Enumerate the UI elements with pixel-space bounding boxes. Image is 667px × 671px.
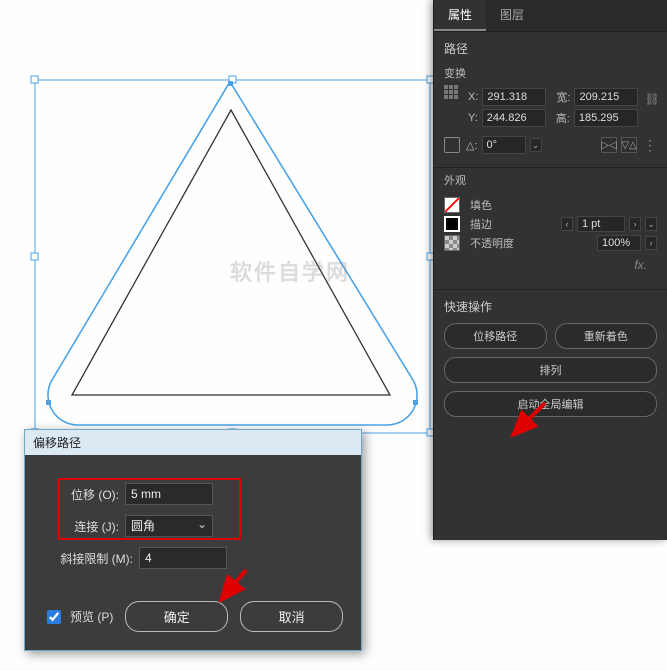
opacity-swatch[interactable]	[444, 235, 460, 251]
stroke-label: 描边	[470, 216, 492, 232]
preview-checkbox-label[interactable]: 预览 (P)	[43, 607, 113, 627]
object-type-label: 路径	[434, 32, 667, 61]
fill-label: 填色	[470, 197, 492, 213]
quick-actions-header: 快速操作	[434, 290, 667, 319]
stroke-weight-input[interactable]	[577, 216, 625, 232]
offset-path-button[interactable]: 位移路径	[444, 323, 547, 349]
offset-input[interactable]	[125, 483, 213, 505]
opacity-more[interactable]: ›	[645, 236, 657, 250]
opacity-label: 不透明度	[470, 235, 514, 251]
appearance-section: 外观 填色 描边 ‹ › ⌄ 不透明度 › fx.	[434, 168, 667, 290]
w-label: 宽:	[556, 89, 570, 105]
join-select[interactable]: 圆角	[125, 515, 213, 537]
preview-checkbox[interactable]	[47, 610, 61, 624]
y-input[interactable]	[482, 109, 546, 127]
fill-swatch[interactable]	[444, 197, 460, 213]
fx-label[interactable]: fx.	[624, 254, 657, 276]
miter-input[interactable]	[139, 547, 227, 569]
angle-icon	[444, 137, 460, 153]
angle-label: △:	[466, 139, 478, 152]
watermark-text: 软件自学网	[230, 255, 350, 287]
stroke-increase[interactable]: ›	[629, 217, 641, 231]
ok-button[interactable]: 确定	[125, 601, 228, 632]
flip-vertical-icon[interactable]: ▽△	[621, 137, 637, 153]
opacity-input[interactable]	[597, 235, 641, 251]
offset-path-dialog: 偏移路径 位移 (O): 连接 (J): 圆角 斜接限制 (M): 预览 (P)…	[24, 429, 362, 651]
x-input[interactable]	[482, 88, 546, 106]
cancel-button[interactable]: 取消	[240, 601, 343, 632]
angle-input[interactable]	[482, 136, 526, 154]
recolor-button[interactable]: 重新着色	[555, 323, 658, 349]
w-input[interactable]	[574, 88, 638, 106]
angle-dropdown[interactable]: ⌄	[530, 138, 542, 152]
dialog-title: 偏移路径	[25, 430, 361, 455]
arrange-button[interactable]: 排列	[444, 357, 657, 383]
tab-properties[interactable]: 属性	[434, 0, 486, 31]
stroke-swatch[interactable]	[444, 216, 460, 232]
join-label: 连接 (J):	[43, 518, 125, 535]
preview-text: 预览 (P)	[70, 608, 113, 625]
stroke-decrease[interactable]: ‹	[561, 217, 573, 231]
appearance-header: 外观	[444, 172, 466, 188]
quick-actions-section: 快速操作 位移路径 重新着色 排列 启动全局编辑	[434, 290, 667, 421]
x-label: X:	[468, 91, 478, 103]
y-label: Y:	[468, 112, 478, 124]
h-input[interactable]	[574, 109, 638, 127]
more-transform-icon[interactable]: ⋮	[643, 137, 657, 154]
properties-panel: 属性 图层 路径 变换 X: 宽: Y: 高:	[433, 0, 667, 540]
global-edit-button[interactable]: 启动全局编辑	[444, 391, 657, 417]
stroke-dropdown[interactable]: ⌄	[645, 217, 657, 231]
transform-section: 变换 X: 宽: Y: 高: ⛓	[434, 61, 667, 168]
flip-horizontal-icon[interactable]: ▷◁	[601, 137, 617, 153]
offset-label: 位移 (O):	[43, 486, 125, 503]
panel-tabs: 属性 图层	[434, 0, 667, 32]
miter-label: 斜接限制 (M):	[43, 550, 139, 567]
reference-point-icon[interactable]	[444, 85, 458, 101]
transform-header: 变换	[444, 65, 466, 81]
h-label: 高:	[556, 110, 570, 126]
tab-layers[interactable]: 图层	[486, 0, 538, 31]
link-dimensions-icon[interactable]: ⛓	[644, 85, 659, 113]
